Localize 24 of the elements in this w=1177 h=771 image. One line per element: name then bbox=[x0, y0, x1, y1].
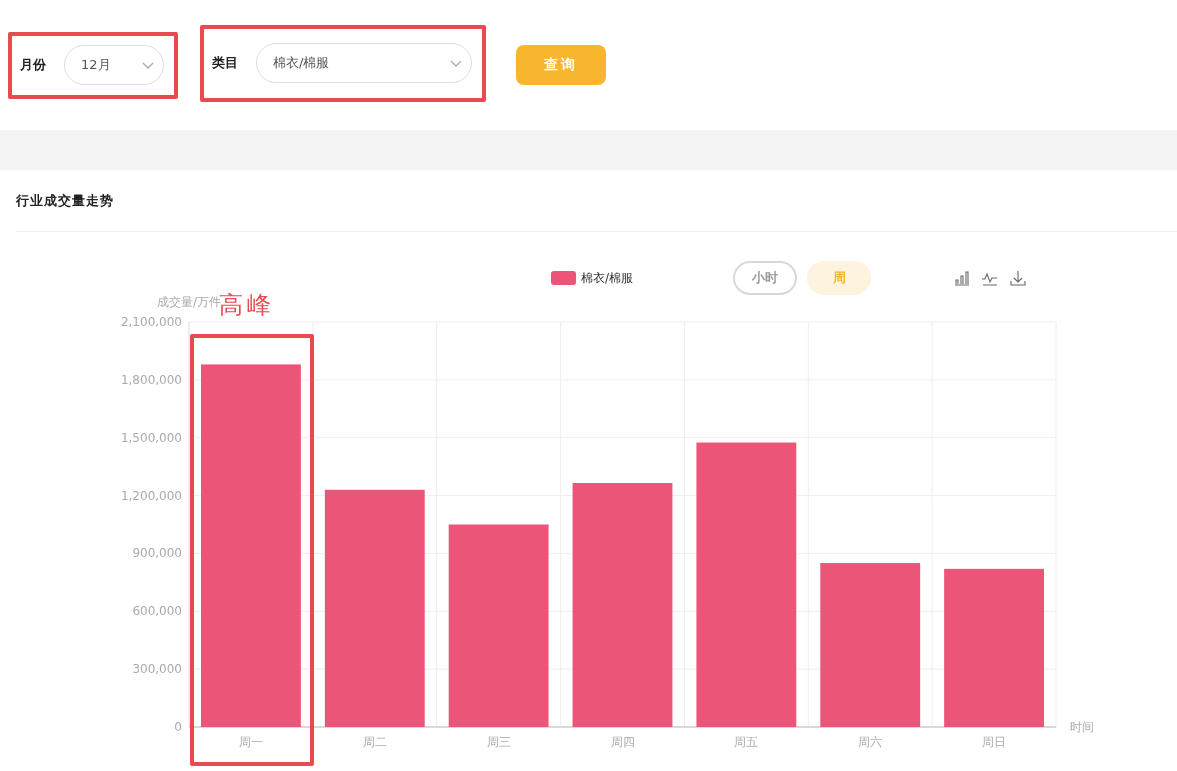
y-axis-label: 2,100,000 bbox=[120, 315, 182, 329]
y-axis-label: 1,500,000 bbox=[120, 430, 182, 445]
x-axis-label: 周六 bbox=[858, 735, 883, 749]
y-axis-label: 0 bbox=[174, 720, 182, 734]
y-axis-title: 成交量/万件 bbox=[157, 296, 222, 309]
filter-label: 月份 bbox=[20, 56, 46, 74]
x-axis-label: 周二 bbox=[362, 735, 387, 749]
x-axis-label: 周五 bbox=[734, 735, 759, 749]
bar-chart-icon[interactable] bbox=[953, 269, 971, 287]
x-axis-label: 周四 bbox=[610, 735, 635, 749]
annotation-text: 高峰 bbox=[219, 290, 275, 320]
y-axis-label: 900,000 bbox=[132, 546, 182, 561]
card-title: 行业成交量走势 bbox=[16, 191, 114, 210]
y-axis-label: 1,800,000 bbox=[120, 372, 182, 387]
y-axis-label: 600,000 bbox=[132, 604, 182, 619]
legend-item[interactable]: 棉衣/棉服 bbox=[551, 269, 711, 287]
x-axis-label: 周日 bbox=[982, 735, 1007, 749]
y-axis-label: 300,000 bbox=[132, 662, 182, 677]
y-axis-label: 1,200,000 bbox=[120, 488, 182, 503]
x-axis-label: 周一 bbox=[238, 735, 263, 749]
filter-label: 类目 bbox=[212, 54, 238, 72]
x-axis-label: 周三 bbox=[486, 735, 511, 749]
x-axis-title: 时间 bbox=[1070, 720, 1094, 734]
download-icon[interactable] bbox=[1009, 269, 1027, 287]
